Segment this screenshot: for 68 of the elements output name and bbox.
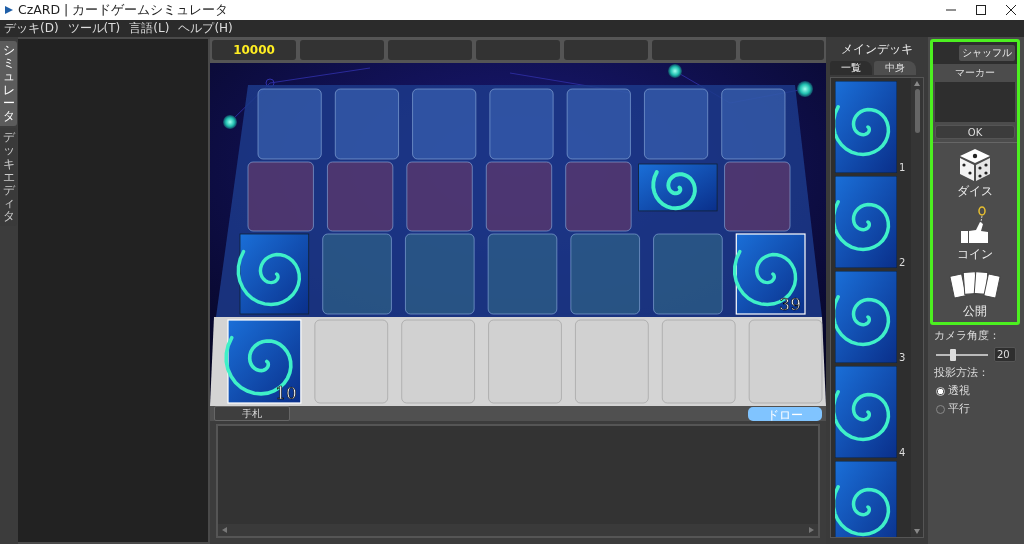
radio-label: 透視 (948, 384, 970, 398)
card-slot[interactable] (401, 319, 476, 404)
card-back[interactable] (835, 366, 897, 458)
scroll-down-icon[interactable] (914, 529, 920, 534)
hand-tab[interactable]: 手札 (214, 406, 290, 421)
card-back[interactable] (835, 271, 897, 363)
card-slot[interactable] (574, 319, 649, 404)
card-slot[interactable] (653, 233, 723, 315)
slider-thumb[interactable] (950, 348, 957, 361)
card-slot[interactable] (488, 319, 562, 404)
card-count: 10 (275, 383, 297, 403)
window-title: CzARD | カードゲームシミュレータ (18, 1, 229, 19)
tool-button[interactable]: 公開 (949, 269, 1001, 320)
deck-tab[interactable]: 一覧 (830, 61, 872, 75)
glow-orb (223, 115, 237, 129)
card-slot[interactable] (326, 161, 394, 232)
marker-label: マーカー (954, 66, 996, 80)
tool-button[interactable]: コイン (957, 206, 993, 263)
horizontal-scrollbar[interactable] (218, 524, 818, 536)
card-slot[interactable] (566, 88, 631, 160)
card-number: 2 (899, 257, 907, 268)
camera-angle-label: カメラ角度： (933, 329, 1001, 343)
ok-button[interactable]: OK (935, 125, 1015, 139)
card-slot[interactable] (334, 88, 400, 160)
menu-item[interactable]: ツール(T) (67, 20, 121, 37)
vertical-scrollbar[interactable] (911, 78, 923, 537)
card-back[interactable] (835, 81, 897, 173)
card-back[interactable] (732, 233, 806, 315)
menu-item[interactable]: ヘルプ(H) (178, 20, 233, 37)
card-count: 39 (779, 294, 801, 314)
marker-area[interactable] (935, 82, 1015, 122)
radio-button[interactable] (936, 386, 945, 396)
glow-orb (668, 64, 682, 78)
card-slot[interactable] (412, 88, 477, 160)
radio-label: 平行 (948, 402, 970, 416)
life-counter: 10000 (212, 40, 296, 60)
scroll-up-icon[interactable] (914, 81, 920, 86)
side-tab[interactable]: シミュレータ (0, 41, 17, 127)
angle-field[interactable]: 20 (994, 347, 1016, 362)
card-slot[interactable] (487, 233, 558, 315)
dice-icon (958, 147, 992, 183)
card-slot[interactable] (406, 161, 473, 232)
card-slot[interactable] (322, 233, 392, 315)
card-back[interactable] (224, 319, 302, 404)
card-slot[interactable] (489, 88, 554, 160)
card-back[interactable] (835, 461, 897, 537)
card-slot[interactable] (570, 233, 641, 315)
shuffle-button[interactable]: シャッフル (959, 45, 1015, 61)
card-slot[interactable] (485, 161, 553, 232)
scroll-left-icon[interactable] (222, 527, 227, 533)
deck-title: メインデッキ (840, 40, 914, 58)
card-number: 3 (899, 352, 907, 363)
app-icon (4, 5, 14, 15)
card-slot[interactable] (404, 233, 475, 315)
scroll-right-icon[interactable] (809, 527, 814, 533)
card-back[interactable] (638, 163, 718, 212)
menu-item[interactable]: デッキ(D) (4, 20, 59, 37)
card-number: 4 (899, 447, 907, 458)
deck-tab[interactable]: 中身 (874, 61, 916, 75)
tool-button[interactable]: ダイス (957, 147, 993, 200)
card-back[interactable] (835, 176, 897, 268)
card-number: 1 (899, 162, 907, 173)
glow-orb (797, 81, 813, 97)
card-slot[interactable] (565, 161, 632, 232)
card-back[interactable] (236, 233, 310, 315)
card-slot[interactable] (257, 88, 322, 160)
projection-label: 投影方法： (933, 366, 990, 380)
menu-item[interactable]: 言語(L) (129, 20, 170, 37)
